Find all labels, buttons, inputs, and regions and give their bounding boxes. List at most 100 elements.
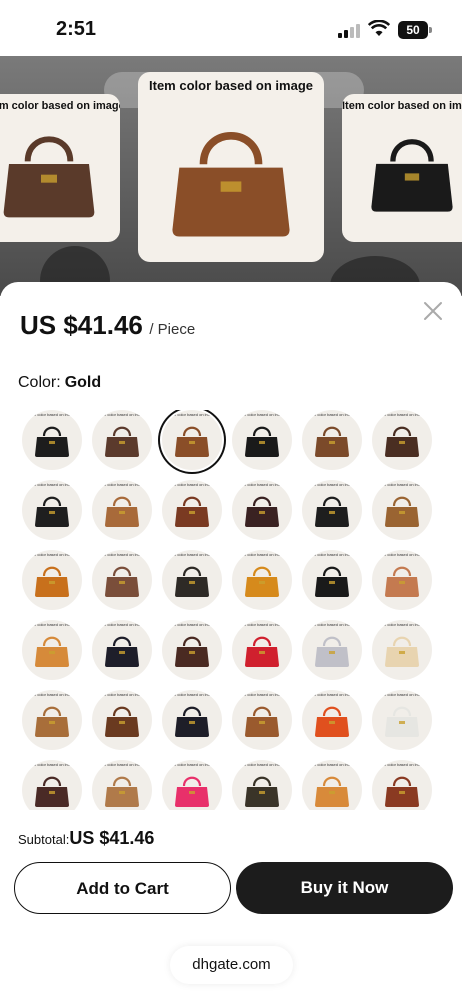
- color-preview-card[interactable]: Item color based on image: [342, 94, 462, 242]
- handbag-icon: [385, 706, 419, 737]
- handbag-icon: [385, 426, 419, 457]
- color-swatch[interactable]: Item color based on image: [162, 550, 222, 610]
- handbag-icon: [315, 706, 349, 737]
- swatch-caption: Item color based on image: [238, 552, 286, 557]
- handbag-icon: [105, 706, 139, 737]
- color-swatch[interactable]: Item color based on image: [372, 550, 432, 610]
- price-unit: / Piece: [149, 321, 196, 338]
- color-swatch[interactable]: Item color based on image: [92, 550, 152, 610]
- color-swatch[interactable]: Item color based on image: [92, 690, 152, 750]
- color-swatch[interactable]: Item color based on image: [372, 760, 432, 810]
- handbag-icon: [35, 426, 69, 457]
- handbag-icon: [105, 776, 139, 807]
- handbag-icon: [245, 496, 279, 527]
- color-swatch[interactable]: Item color based on image: [162, 480, 222, 540]
- handbag-icon: [371, 139, 453, 212]
- subtotal-label: Subtotal:: [18, 832, 70, 847]
- buy-now-button[interactable]: Buy it Now: [236, 862, 453, 914]
- color-swatch[interactable]: Item color based on image: [232, 480, 292, 540]
- color-preview-card[interactable]: Item color based on image: [138, 72, 324, 262]
- color-swatch[interactable]: Item color based on image: [302, 550, 362, 610]
- handbag-icon: [35, 706, 69, 737]
- color-swatch[interactable]: Item color based on image: [22, 760, 82, 810]
- swatch-caption: Item color based on image: [168, 482, 216, 487]
- color-swatch[interactable]: Item color based on image: [92, 410, 152, 470]
- swatch-caption: Item color based on image: [378, 762, 426, 767]
- color-swatch[interactable]: Item color based on image: [302, 480, 362, 540]
- price-row: US $41.46 / Piece: [20, 310, 195, 341]
- swatch-caption: Item color based on image: [98, 622, 146, 627]
- color-swatch[interactable]: Item color based on image: [232, 690, 292, 750]
- close-icon[interactable]: [422, 300, 444, 322]
- swatch-caption: Item color based on image: [168, 622, 216, 627]
- color-swatch[interactable]: Item color based on image: [302, 760, 362, 810]
- color-swatch[interactable]: Item color based on image: [302, 690, 362, 750]
- swatch-caption: Item color based on image: [168, 692, 216, 697]
- swatch-caption: Item color based on image: [308, 412, 356, 417]
- handbag-icon: [105, 496, 139, 527]
- swatch-caption: Item color based on image: [28, 552, 76, 557]
- unit-price: US $41.46: [20, 310, 143, 340]
- color-swatch[interactable]: Item color based on image: [92, 620, 152, 680]
- handbag-icon: [105, 636, 139, 667]
- swatch-caption: Item color based on image: [28, 622, 76, 627]
- color-preview-card[interactable]: Item color based on image: [0, 94, 120, 242]
- color-swatch[interactable]: Item color based on image: [22, 410, 82, 470]
- swatch-caption: Item color based on image: [378, 412, 426, 417]
- color-swatch[interactable]: Item color based on image: [232, 550, 292, 610]
- handbag-icon: [175, 706, 209, 737]
- handbag-icon: [105, 566, 139, 597]
- color-swatch[interactable]: Item color based on image: [162, 760, 222, 810]
- handbag-icon: [175, 496, 209, 527]
- preview-label: Item color based on image: [149, 78, 313, 93]
- swatch-caption: Item color based on image: [28, 412, 76, 417]
- handbag-icon: [385, 636, 419, 667]
- handbag-icon: [245, 636, 279, 667]
- color-swatch[interactable]: Item color based on image: [22, 480, 82, 540]
- color-swatch[interactable]: Item color based on image: [232, 620, 292, 680]
- subtotal: Subtotal:US $41.46: [18, 828, 154, 849]
- color-swatch[interactable]: Item color based on image: [302, 620, 362, 680]
- browser-address-pill[interactable]: dhgate.com: [170, 946, 293, 984]
- handbag-icon: [245, 706, 279, 737]
- handbag-icon: [35, 776, 69, 807]
- swatch-caption: Item color based on image: [98, 692, 146, 697]
- swatch-caption: Item color based on image: [238, 622, 286, 627]
- handbag-icon: [245, 426, 279, 457]
- swatch-caption: Item color based on image: [378, 482, 426, 487]
- color-swatch[interactable]: Item color based on image: [372, 620, 432, 680]
- color-swatch[interactable]: Item color based on image: [162, 690, 222, 750]
- color-swatch[interactable]: Item color based on image: [302, 410, 362, 470]
- preview-label: Item color based on image: [0, 100, 120, 112]
- swatch-caption: Item color based on image: [28, 692, 76, 697]
- color-swatch[interactable]: Item color based on image: [162, 410, 222, 470]
- color-swatch-grid: Item color based on image Item color base…: [20, 410, 440, 810]
- swatch-caption: Item color based on image: [98, 552, 146, 557]
- color-swatch[interactable]: Item color based on image: [232, 410, 292, 470]
- color-swatch[interactable]: Item color based on image: [22, 550, 82, 610]
- color-label: Color:: [18, 374, 61, 391]
- sku-selector-sheet: US $41.46 / Piece Color: Gold Item color …: [0, 282, 462, 1000]
- color-swatch[interactable]: Item color based on image: [22, 620, 82, 680]
- color-swatch[interactable]: Item color based on image: [162, 620, 222, 680]
- color-swatch[interactable]: Item color based on image: [92, 480, 152, 540]
- handbag-icon: [3, 136, 95, 218]
- swatch-caption: Item color based on image: [238, 692, 286, 697]
- handbag-icon: [245, 776, 279, 807]
- color-swatch[interactable]: Item color based on image: [372, 410, 432, 470]
- color-swatch[interactable]: Item color based on image: [372, 480, 432, 540]
- color-swatch[interactable]: Item color based on image: [372, 690, 432, 750]
- status-bar: 2:51 50: [0, 0, 462, 56]
- swatch-caption: Item color based on image: [238, 482, 286, 487]
- subtotal-value: US $41.46: [69, 828, 155, 848]
- swatch-caption: Item color based on image: [28, 482, 76, 487]
- color-swatch[interactable]: Item color based on image: [22, 690, 82, 750]
- color-swatch[interactable]: Item color based on image: [92, 760, 152, 810]
- add-to-cart-button[interactable]: Add to Cart: [14, 862, 231, 914]
- handbag-icon: [35, 496, 69, 527]
- color-swatch[interactable]: Item color based on image: [232, 760, 292, 810]
- handbag-icon: [315, 636, 349, 667]
- handbag-icon: [105, 426, 139, 457]
- handbag-icon: [385, 496, 419, 527]
- handbag-icon: [385, 776, 419, 807]
